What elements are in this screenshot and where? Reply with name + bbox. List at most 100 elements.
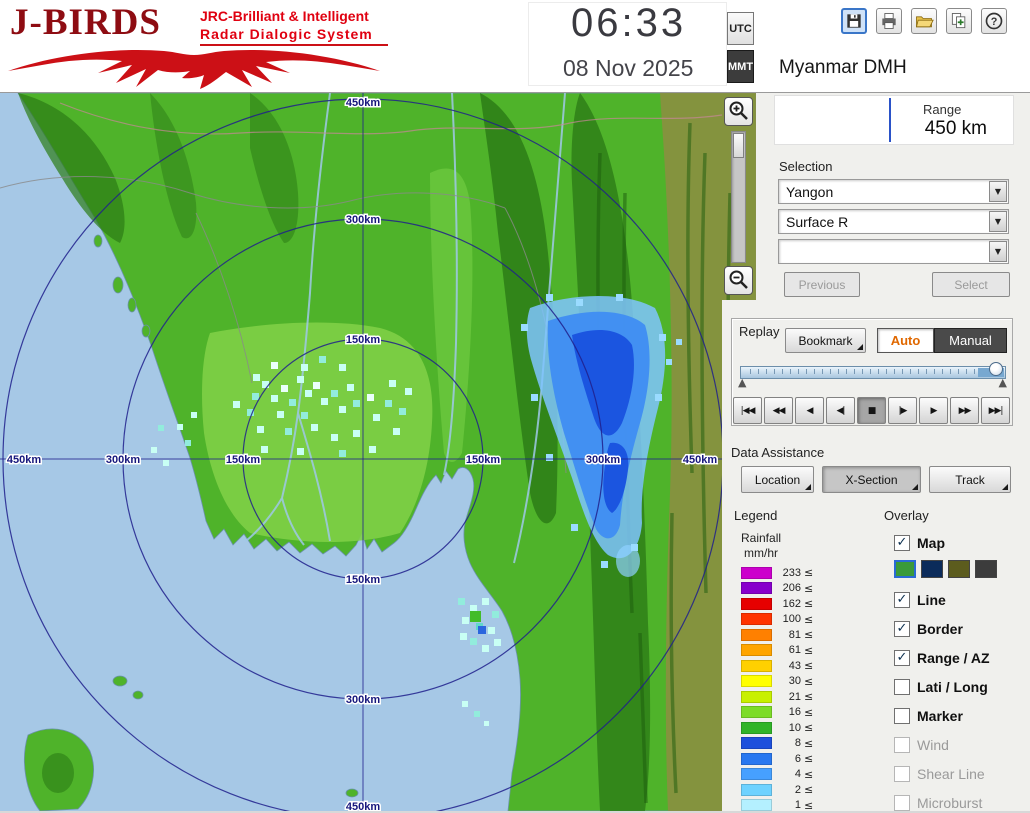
overlay-row-marker: Marker [894, 706, 963, 726]
timeline-track[interactable] [740, 366, 1006, 379]
overlay-label-line: Line [917, 592, 946, 608]
timeline-start-marker-icon: ▲ [738, 376, 746, 389]
legend-suffix: ≤ [804, 721, 813, 734]
export-button[interactable] [946, 8, 972, 34]
legend-color-swatch [741, 691, 772, 703]
chevron-down-icon[interactable]: ▼ [989, 211, 1007, 232]
legend-value: 233 [775, 567, 801, 579]
map-color-swatch-1[interactable] [894, 560, 916, 578]
overlay-row-lati-long: Lati / Long [894, 677, 988, 697]
legend-row: 30≤ [741, 674, 813, 690]
legend-value: 30 [775, 675, 801, 687]
corner-triangle-icon [805, 484, 811, 490]
checkbox-map[interactable]: ✓ [894, 535, 910, 551]
map-color-swatch-4[interactable] [975, 560, 997, 578]
print-button[interactable] [876, 8, 902, 34]
svg-text:?: ? [991, 16, 998, 28]
legend-row: 233≤ [741, 565, 813, 581]
location-button[interactable]: Location [741, 466, 814, 493]
save-button[interactable] [841, 8, 867, 34]
legend-row: 21≤ [741, 689, 813, 705]
timeline-thumb[interactable] [989, 362, 1003, 376]
playback-jump-end-button[interactable]: ▶▶| [981, 397, 1010, 424]
logo-subtitle-1: JRC-Brilliant & Intelligent [200, 8, 369, 24]
track-button[interactable]: Track [929, 466, 1011, 493]
checkbox-shear-line [894, 766, 910, 782]
overlay-row-border: ✓Border [894, 619, 963, 639]
checkbox-line[interactable]: ✓ [894, 592, 910, 608]
map-color-swatch-2[interactable] [921, 560, 943, 578]
playback-stop-button[interactable]: ■ [857, 397, 886, 424]
map-color-swatch-3[interactable] [948, 560, 970, 578]
x-section-button[interactable]: X-Section [822, 466, 921, 493]
legend-color-swatch [741, 753, 772, 765]
playback-fast-rewind-button[interactable]: ◀◀ [764, 397, 793, 424]
timeline-ticks [743, 369, 1003, 374]
range-ring-label: 150km [466, 454, 500, 466]
select-button[interactable]: Select [932, 272, 1010, 297]
auto-mode-button[interactable]: Auto [877, 328, 934, 353]
playback-step-back-button[interactable]: ◀| [826, 397, 855, 424]
checkbox-range-az[interactable]: ✓ [894, 650, 910, 666]
checkbox-microburst [894, 795, 910, 811]
legend-suffix: ≤ [804, 752, 813, 765]
radar-map[interactable]: 150km150km150km150km300km300km300km300km… [0, 93, 756, 811]
playback-controls: |◀◀◀◀◀◀|■|▶▶▶▶▶▶| [733, 397, 1010, 424]
range-ring-label: 450km [683, 454, 717, 466]
playback-play-reverse-button[interactable]: ◀ [795, 397, 824, 424]
zoom-scrollbar[interactable] [731, 131, 746, 263]
legend-color-swatch [741, 737, 772, 749]
checkbox-border[interactable]: ✓ [894, 621, 910, 637]
site-dropdown[interactable]: Yangon ▼ [778, 179, 1009, 204]
range-ring-label: 450km [346, 801, 380, 811]
chevron-down-icon[interactable]: ▼ [989, 181, 1007, 202]
playback-step-forward-button[interactable]: |▶ [888, 397, 917, 424]
playback-play-button[interactable]: ▶ [919, 397, 948, 424]
corner-triangle-icon [1002, 484, 1008, 490]
bookmark-button[interactable]: Bookmark [785, 328, 866, 353]
range-ring-label: 150km [346, 334, 380, 346]
legend-value: 8 [775, 737, 801, 749]
legend-suffix: ≤ [804, 783, 813, 796]
checkbox-marker[interactable] [894, 708, 910, 724]
manual-mode-button[interactable]: Manual [934, 328, 1007, 353]
range-ring-label: 300km [106, 454, 140, 466]
help-button[interactable]: ? [981, 8, 1007, 34]
open-folder-button[interactable] [911, 8, 937, 34]
legend-value: 16 [775, 706, 801, 718]
legend-color-swatch [741, 722, 772, 734]
range-ring-label: 450km [7, 454, 41, 466]
previous-button[interactable]: Previous [784, 272, 860, 297]
legend-value: 43 [775, 660, 801, 672]
option-dropdown[interactable]: ▼ [778, 239, 1009, 264]
legend-color-swatch [741, 613, 772, 625]
legend-row: 100≤ [741, 612, 813, 628]
overlay-row-microburst: Microburst [894, 793, 982, 813]
legend-suffix: ≤ [804, 737, 813, 750]
playback-fast-forward-button[interactable]: ▶▶ [950, 397, 979, 424]
eagle-logo-icon [4, 45, 384, 89]
playback-jump-start-button[interactable]: |◀◀ [733, 397, 762, 424]
legend-suffix: ≤ [804, 613, 813, 626]
header-bar: J-BIRDS JRC-Brilliant & Intelligent Rada… [0, 0, 1030, 93]
range-value: 450 km [925, 118, 987, 140]
zoom-out-button[interactable] [724, 266, 753, 295]
utc-button[interactable]: UTC [727, 12, 754, 45]
checkbox-lati-long[interactable] [894, 679, 910, 695]
legend-value: 206 [775, 582, 801, 594]
legend-value: 162 [775, 598, 801, 610]
print-icon [879, 11, 899, 31]
mmt-button[interactable]: MMT [727, 50, 754, 83]
legend-value: 61 [775, 644, 801, 656]
chevron-down-icon[interactable]: ▼ [989, 241, 1007, 262]
legend-color-swatch [741, 784, 772, 796]
legend-row: 8≤ [741, 736, 813, 752]
overlay-options: ✓Map✓Line✓Border✓Range / AZLati / LongMa… [894, 533, 1028, 811]
overlay-label: Overlay [884, 508, 929, 523]
product-dropdown[interactable]: Surface R ▼ [778, 209, 1009, 234]
range-ring-label: 300km [346, 214, 380, 226]
zoom-scrollbar-thumb[interactable] [733, 133, 744, 158]
zoom-in-button[interactable] [724, 97, 753, 126]
legend-color-swatch [741, 768, 772, 780]
site-dropdown-value: Yangon [786, 184, 833, 200]
